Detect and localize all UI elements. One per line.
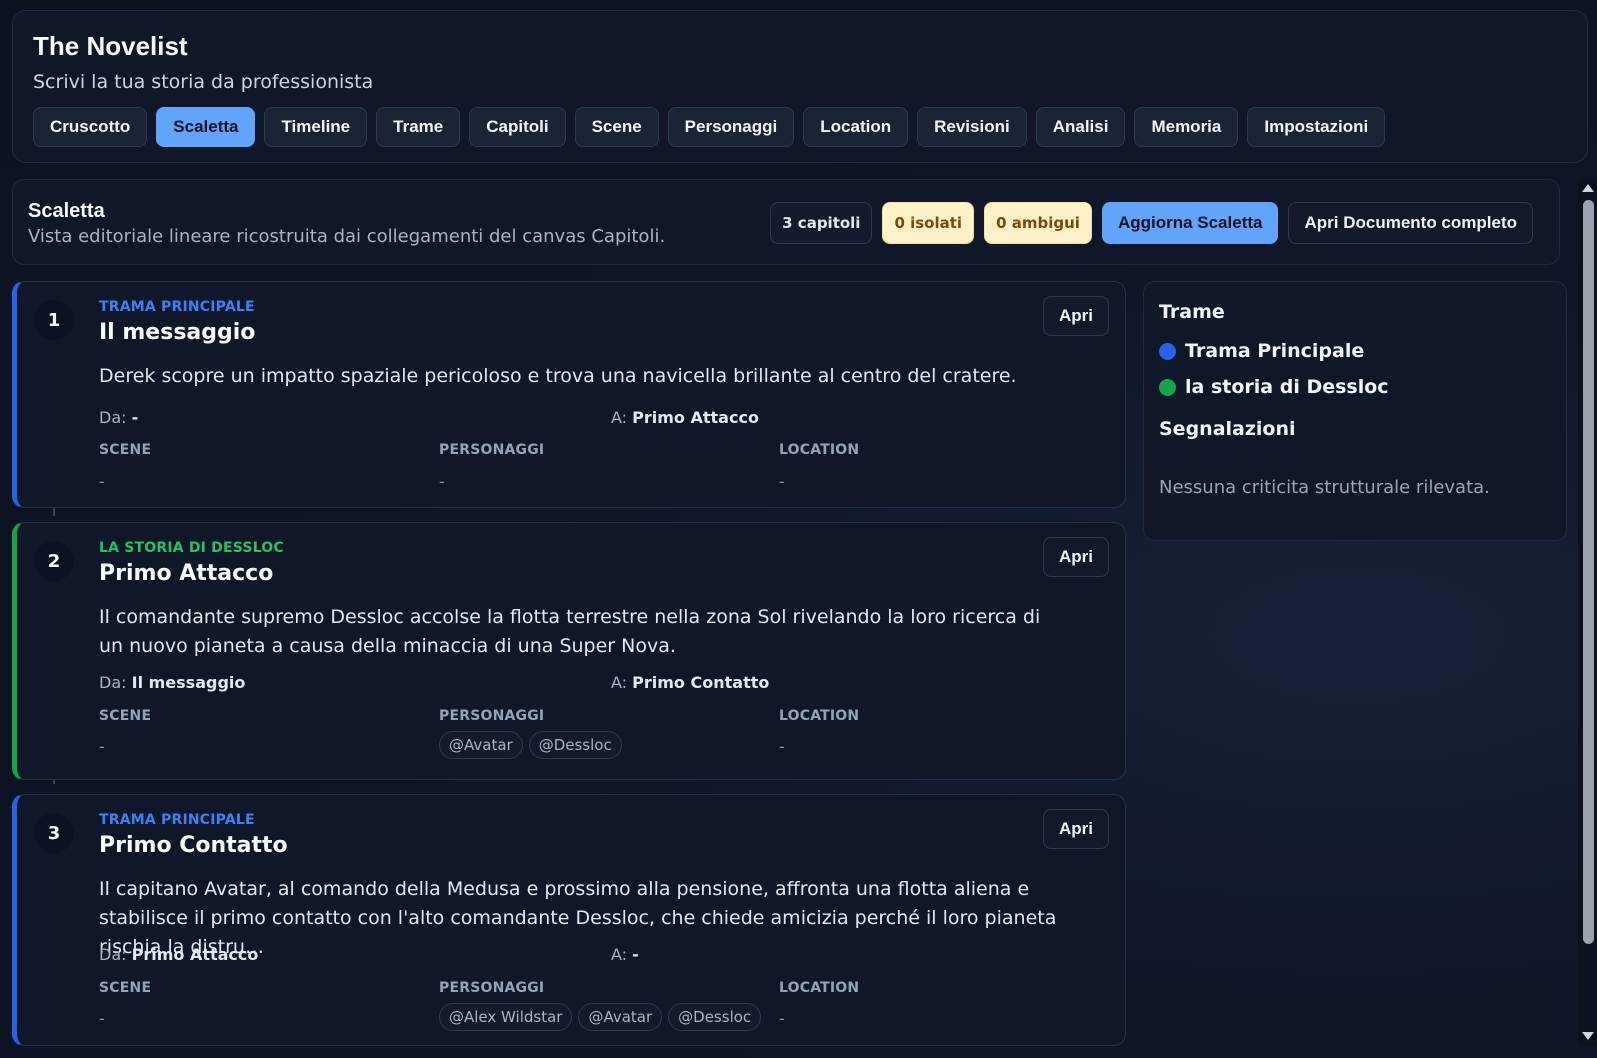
app-title: The Novelist bbox=[33, 31, 188, 61]
to-label: A: bbox=[611, 673, 628, 692]
vertical-scrollbar[interactable] bbox=[1578, 178, 1597, 1046]
plot-name: Trama Principale bbox=[1185, 340, 1365, 362]
location-heading: LOCATION bbox=[779, 980, 860, 996]
to-value: Primo Attacco bbox=[632, 408, 759, 427]
scrollbar-thumb[interactable] bbox=[1583, 200, 1594, 944]
from-label: Da: bbox=[99, 945, 127, 964]
alerts-heading: Segnalazioni bbox=[1159, 418, 1296, 440]
chapter-to: A: - bbox=[611, 945, 639, 964]
to-label: A: bbox=[611, 408, 628, 427]
location-value: - bbox=[779, 737, 785, 756]
to-label: A: bbox=[611, 945, 628, 964]
scenes-heading: SCENE bbox=[99, 980, 152, 996]
scenes-value: - bbox=[99, 737, 105, 756]
tab-personaggi[interactable]: Personaggi bbox=[667, 107, 795, 147]
tab-scene[interactable]: Scene bbox=[574, 107, 659, 147]
tab-location[interactable]: Location bbox=[803, 107, 909, 147]
chapter-summary: Derek scopre un impatto spaziale pericol… bbox=[99, 365, 1017, 387]
character-tag[interactable]: @Avatar bbox=[439, 731, 523, 759]
tab-timeline[interactable]: Timeline bbox=[264, 107, 368, 147]
tab-memoria[interactable]: Memoria bbox=[1134, 107, 1239, 147]
chapter-title: Primo Attacco bbox=[99, 561, 274, 586]
chapter-card: 2 LA STORIA DI DESSLOC Primo Attacco Apr… bbox=[12, 522, 1126, 780]
open-full-document-button[interactable]: Apri Documento completo bbox=[1288, 202, 1533, 244]
app-root: The Novelist Scrivi la tua storia da pro… bbox=[0, 0, 1597, 1058]
chapter-card: 3 TRAMA PRINCIPALE Primo Contatto Apri I… bbox=[12, 794, 1126, 1046]
chapter-to: A: Primo Contatto bbox=[611, 673, 769, 692]
tab-analisi[interactable]: Analisi bbox=[1035, 107, 1126, 147]
character-tag[interactable]: @Dessloc bbox=[528, 731, 622, 759]
tab-cruscotto[interactable]: Cruscotto bbox=[33, 107, 148, 147]
scenes-value: - bbox=[99, 1009, 105, 1028]
characters-heading: PERSONAGGI bbox=[439, 442, 545, 458]
refresh-outline-button[interactable]: Aggiorna Scaletta bbox=[1101, 202, 1279, 244]
app-subtitle: Scrivi la tua storia da professionista bbox=[33, 71, 374, 93]
scenes-heading: SCENE bbox=[99, 708, 152, 724]
chapter-number: 1 bbox=[34, 300, 74, 340]
ambiguous-count-badge: 0 ambigui bbox=[984, 202, 1092, 244]
chapter-summary: Il comandante supremo Dessloc accolse la… bbox=[99, 606, 1041, 657]
chapter-from: Da: Il messaggio bbox=[99, 673, 245, 692]
scroll-down-arrow-icon[interactable] bbox=[1582, 1032, 1594, 1040]
location-heading: LOCATION bbox=[779, 708, 860, 724]
chapter-from: Da: - bbox=[99, 408, 138, 427]
characters-heading: PERSONAGGI bbox=[439, 708, 545, 724]
scenes-value: - bbox=[99, 472, 105, 491]
tab-scaletta[interactable]: Scaletta bbox=[156, 107, 256, 147]
chapter-title: Primo Contatto bbox=[99, 833, 288, 858]
main-nav: Cruscotto Scaletta Timeline Trame Capito… bbox=[33, 107, 1386, 147]
plot-name: la storia di Dessloc bbox=[1185, 376, 1389, 398]
character-tag[interactable]: @Alex Wildstar bbox=[439, 1003, 573, 1031]
alerts-empty-note: Nessuna criticita strutturale rilevata. bbox=[1159, 477, 1490, 498]
app-header: The Novelist Scrivi la tua storia da pro… bbox=[12, 10, 1588, 163]
from-label: Da: bbox=[99, 673, 127, 692]
character-tags: @Alex Wildstar @Avatar @Dessloc bbox=[439, 1003, 762, 1031]
from-value: - bbox=[131, 408, 139, 427]
tab-revisioni[interactable]: Revisioni bbox=[917, 107, 1027, 147]
toolbar-actions: 3 capitoli 0 isolati 0 ambigui Aggiorna … bbox=[770, 202, 1533, 244]
character-tag[interactable]: @Dessloc bbox=[668, 1003, 762, 1031]
plot-item-dessloc[interactable]: la storia di Dessloc bbox=[1159, 376, 1389, 398]
character-tag[interactable]: @Avatar bbox=[578, 1003, 663, 1031]
chapter-from: Da: Primo Attacco bbox=[99, 945, 258, 964]
to-value: Primo Contatto bbox=[632, 673, 770, 692]
location-value: - bbox=[779, 472, 785, 491]
chapters-count-badge: 3 capitoli bbox=[770, 202, 873, 244]
structure-sidebar: Trame Trama Principale la storia di Dess… bbox=[1143, 281, 1567, 541]
tab-impostazioni[interactable]: Impostazioni bbox=[1247, 107, 1386, 147]
scroll-up-arrow-icon[interactable] bbox=[1582, 184, 1594, 192]
open-chapter-button[interactable]: Apri bbox=[1043, 809, 1109, 849]
page-title: Scaletta bbox=[28, 200, 105, 222]
characters-heading: PERSONAGGI bbox=[439, 980, 545, 996]
chapter-plot-label: TRAMA PRINCIPALE bbox=[99, 812, 255, 828]
from-value: Il messaggio bbox=[131, 673, 246, 692]
chapter-plot-label: LA STORIA DI DESSLOC bbox=[99, 540, 284, 556]
chapter-plot-label: TRAMA PRINCIPALE bbox=[99, 299, 255, 315]
plots-heading: Trame bbox=[1159, 301, 1225, 323]
to-value: - bbox=[632, 945, 639, 964]
tab-trame[interactable]: Trame bbox=[376, 107, 461, 147]
isolated-count-badge: 0 isolati bbox=[882, 202, 975, 244]
chapter-to: A: Primo Attacco bbox=[611, 408, 759, 427]
scenes-heading: SCENE bbox=[99, 442, 152, 458]
location-heading: LOCATION bbox=[779, 442, 860, 458]
tab-capitoli[interactable]: Capitoli bbox=[469, 107, 566, 147]
character-tags: @Avatar @Dessloc bbox=[439, 731, 622, 759]
from-label: Da: bbox=[99, 408, 127, 427]
chapter-card: 1 TRAMA PRINCIPALE Il messaggio Apri Der… bbox=[12, 281, 1126, 508]
open-chapter-button[interactable]: Apri bbox=[1043, 537, 1109, 577]
open-chapter-button[interactable]: Apri bbox=[1043, 296, 1109, 336]
plot-color-dot bbox=[1159, 378, 1176, 396]
page-description: Vista editoriale lineare ricostruita dai… bbox=[28, 226, 666, 247]
chapter-title: Il messaggio bbox=[99, 320, 256, 345]
plot-color-dot bbox=[1159, 342, 1176, 360]
outline-toolbar: Scaletta Vista editoriale lineare ricost… bbox=[12, 179, 1560, 265]
chapter-number: 3 bbox=[34, 813, 74, 853]
characters-value: - bbox=[439, 472, 445, 491]
plot-item-main[interactable]: Trama Principale bbox=[1159, 340, 1364, 362]
chapter-number: 2 bbox=[34, 541, 74, 581]
from-value: Primo Attacco bbox=[131, 945, 259, 964]
location-value: - bbox=[779, 1009, 785, 1028]
